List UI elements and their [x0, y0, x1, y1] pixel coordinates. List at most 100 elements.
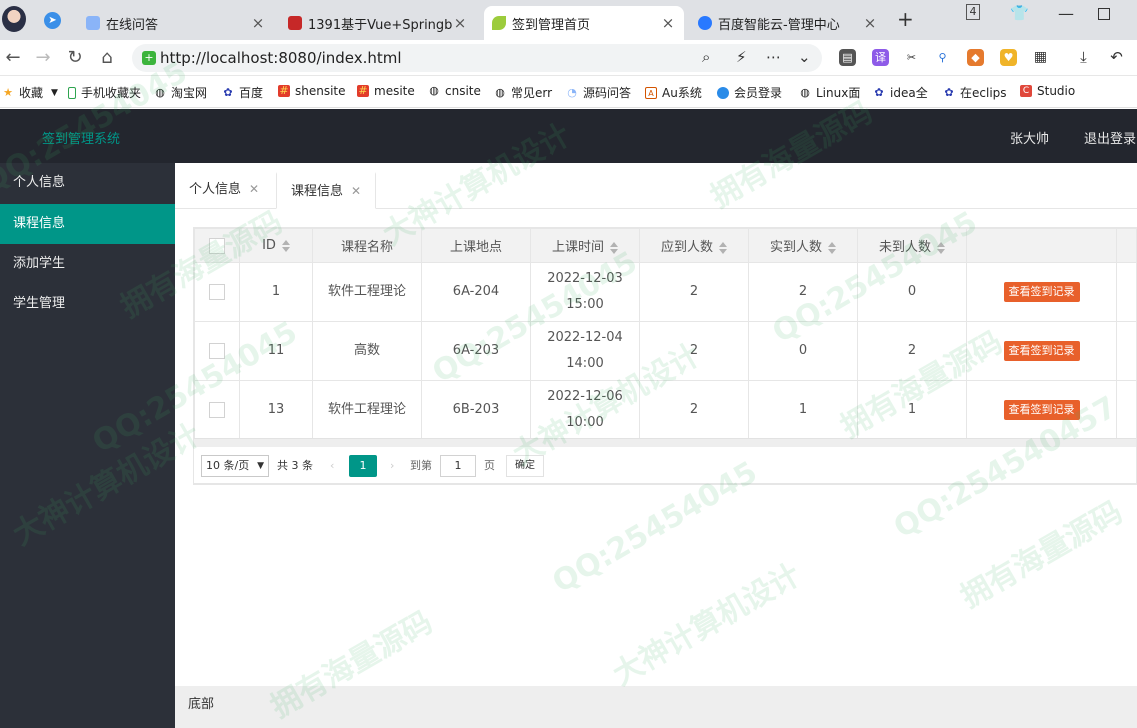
reader-icon[interactable]: ▤ [839, 49, 856, 66]
search-icon[interactable]: ⌕ [702, 48, 710, 66]
lightning-icon[interactable]: ⚡ [736, 48, 747, 66]
sort-icon[interactable] [610, 241, 618, 254]
bookmark-item[interactable]: # mesite [357, 84, 415, 98]
translate-icon[interactable]: 译 [872, 49, 889, 66]
cell-actual: 0 [748, 321, 858, 381]
bookmark-item[interactable]: ◍ 淘宝网 [154, 84, 207, 101]
more-icon[interactable]: ⋯ [766, 48, 781, 66]
column-header-actual[interactable]: 实到人数 [748, 228, 858, 263]
chevron-down-icon[interactable]: ⌄ [798, 48, 811, 66]
cloud-icon [717, 86, 729, 99]
game-icon[interactable]: ◆ [967, 49, 984, 66]
bookmark-item[interactable]: ◍ Linux面 [799, 84, 860, 101]
pinned-telegram-icon[interactable]: ➤ [44, 12, 61, 29]
maximize-icon[interactable] [1098, 8, 1110, 20]
red-square-icon [288, 16, 302, 30]
download-icon[interactable]: ⤓ [1075, 49, 1092, 66]
close-tab-icon[interactable]: × [452, 14, 468, 32]
reload-icon[interactable]: ↻ [64, 47, 86, 69]
bookmark-item[interactable]: C Studio [1020, 84, 1075, 98]
undo-icon[interactable]: ↶ [1108, 49, 1125, 66]
column-header-label: 应到人数 [660, 240, 713, 255]
select-all-checkbox[interactable] [209, 237, 225, 254]
browser-tab-title: 在线问答 [106, 17, 159, 33]
close-icon[interactable]: ✕ [351, 184, 361, 198]
profile-avatar[interactable] [2, 6, 26, 32]
sidebar-item-profile[interactable]: 个人信息 [0, 163, 175, 203]
sort-icon[interactable] [937, 241, 945, 254]
forward-icon[interactable]: → [32, 47, 54, 69]
column-header-expected[interactable]: 应到人数 [639, 228, 749, 263]
minimize-icon[interactable]: — [1058, 4, 1074, 23]
paw-icon: ✿ [874, 85, 884, 99]
close-tab-icon[interactable]: × [250, 14, 266, 32]
row-select-cell[interactable] [194, 380, 240, 440]
prev-page-icon[interactable]: ‹ [330, 455, 334, 477]
bookmark-item[interactable]: ◍ 常见err [494, 84, 552, 101]
horizontal-scrollbar[interactable] [194, 438, 1136, 447]
browser-tab-2[interactable]: 1391基于Vue+Springboot × [280, 6, 476, 40]
close-tab-icon[interactable]: × [862, 14, 878, 32]
scissors-icon[interactable]: ✂ [903, 49, 920, 66]
table-row: 13 软件工程理论 6B-203 2022-12-06 10:00 2 1 1 查… [194, 380, 1136, 440]
bookmark-item[interactable]: ◍ cnsite [428, 84, 481, 98]
goto-page-input[interactable]: 1 [440, 455, 476, 477]
cell-actions: 查看签到记录 [966, 262, 1117, 322]
bookmark-item[interactable]: # shensite [278, 84, 346, 98]
tab-courses[interactable]: 课程信息 ✕ [276, 172, 377, 209]
column-header-time[interactable]: 上课时间 [530, 228, 640, 263]
paw-icon: ✿ [944, 85, 954, 99]
sidebar-item-add-student[interactable]: 添加学生 [0, 244, 175, 284]
column-header-id[interactable]: ID [239, 228, 313, 263]
column-header-absent[interactable]: 未到人数 [857, 228, 967, 263]
bookmark-item[interactable]: ★ 收藏 ▼ [2, 84, 58, 101]
browser-tab-1[interactable]: 在线问答 × [78, 6, 274, 40]
tab-profile[interactable]: 个人信息 ✕ [175, 172, 273, 209]
shield-icon[interactable]: ♥ [1000, 49, 1017, 66]
sidebar-item-student-management[interactable]: 学生管理 [0, 284, 175, 324]
sort-icon[interactable] [828, 241, 836, 254]
user-name[interactable]: 张大帅 [1010, 128, 1049, 147]
sort-icon[interactable] [281, 239, 290, 252]
page-size-select[interactable]: 10 条/页 ▼ [201, 455, 269, 477]
cell-id: 13 [239, 380, 313, 440]
bookmark-label: mesite [374, 84, 415, 98]
cell-expected: 2 [639, 262, 749, 322]
logout-link[interactable]: 退出登录 [1084, 128, 1136, 147]
sidebar-item-courses[interactable]: 课程信息 [0, 204, 175, 244]
bookmark-item[interactable]: 手机收藏夹 [68, 84, 141, 101]
view-attendance-button[interactable]: 查看签到记录 [1003, 400, 1080, 420]
row-checkbox[interactable] [209, 401, 225, 418]
bookmark-item[interactable]: ◔ 源码问答 [566, 84, 631, 101]
url-field[interactable]: + http://localhost:8080/index.html ⌕ ⚡ ⋯… [132, 44, 822, 72]
new-tab-button[interactable]: + [897, 9, 917, 31]
cell-time: 2022-12-06 10:00 [530, 380, 640, 440]
home-icon[interactable]: ⌂ [96, 47, 118, 69]
apps-grid-icon[interactable]: ▦ [1032, 49, 1049, 66]
row-checkbox[interactable] [209, 342, 225, 359]
close-tab-icon[interactable]: × [660, 14, 676, 32]
magnifier-icon[interactable]: ⚲ [934, 49, 951, 66]
row-select-cell[interactable] [194, 262, 240, 322]
browser-tab-4[interactable]: 百度智能云-管理中心 × [690, 6, 886, 40]
bookmark-item[interactable]: A Au系统 [645, 84, 702, 101]
sort-icon[interactable] [719, 241, 727, 254]
window-count-badge[interactable]: 4 [966, 4, 980, 20]
bookmark-item[interactable]: ✿ 百度 [222, 84, 263, 101]
view-attendance-button[interactable]: 查看签到记录 [1003, 341, 1080, 361]
bookmark-item[interactable]: ✿ 在eclips [943, 84, 1006, 101]
back-icon[interactable]: ← [2, 47, 24, 69]
bookmark-item[interactable]: 会员登录 [717, 84, 782, 101]
bookmark-item[interactable]: ✿ idea全 [873, 84, 927, 101]
row-select-cell[interactable] [194, 321, 240, 381]
next-page-icon[interactable]: › [390, 455, 394, 477]
current-page[interactable]: 1 [349, 455, 377, 477]
shirt-icon[interactable]: 👕 [1010, 4, 1029, 22]
close-icon[interactable]: ✕ [249, 182, 259, 196]
select-all-cell[interactable] [194, 228, 240, 263]
view-attendance-button[interactable]: 查看签到记录 [1003, 282, 1080, 302]
cell-clock: 10:00 [566, 415, 604, 430]
goto-confirm-button[interactable]: 确定 [506, 455, 544, 477]
row-checkbox[interactable] [209, 283, 225, 300]
browser-tab-3-active[interactable]: 签到管理首页 × [484, 6, 684, 40]
